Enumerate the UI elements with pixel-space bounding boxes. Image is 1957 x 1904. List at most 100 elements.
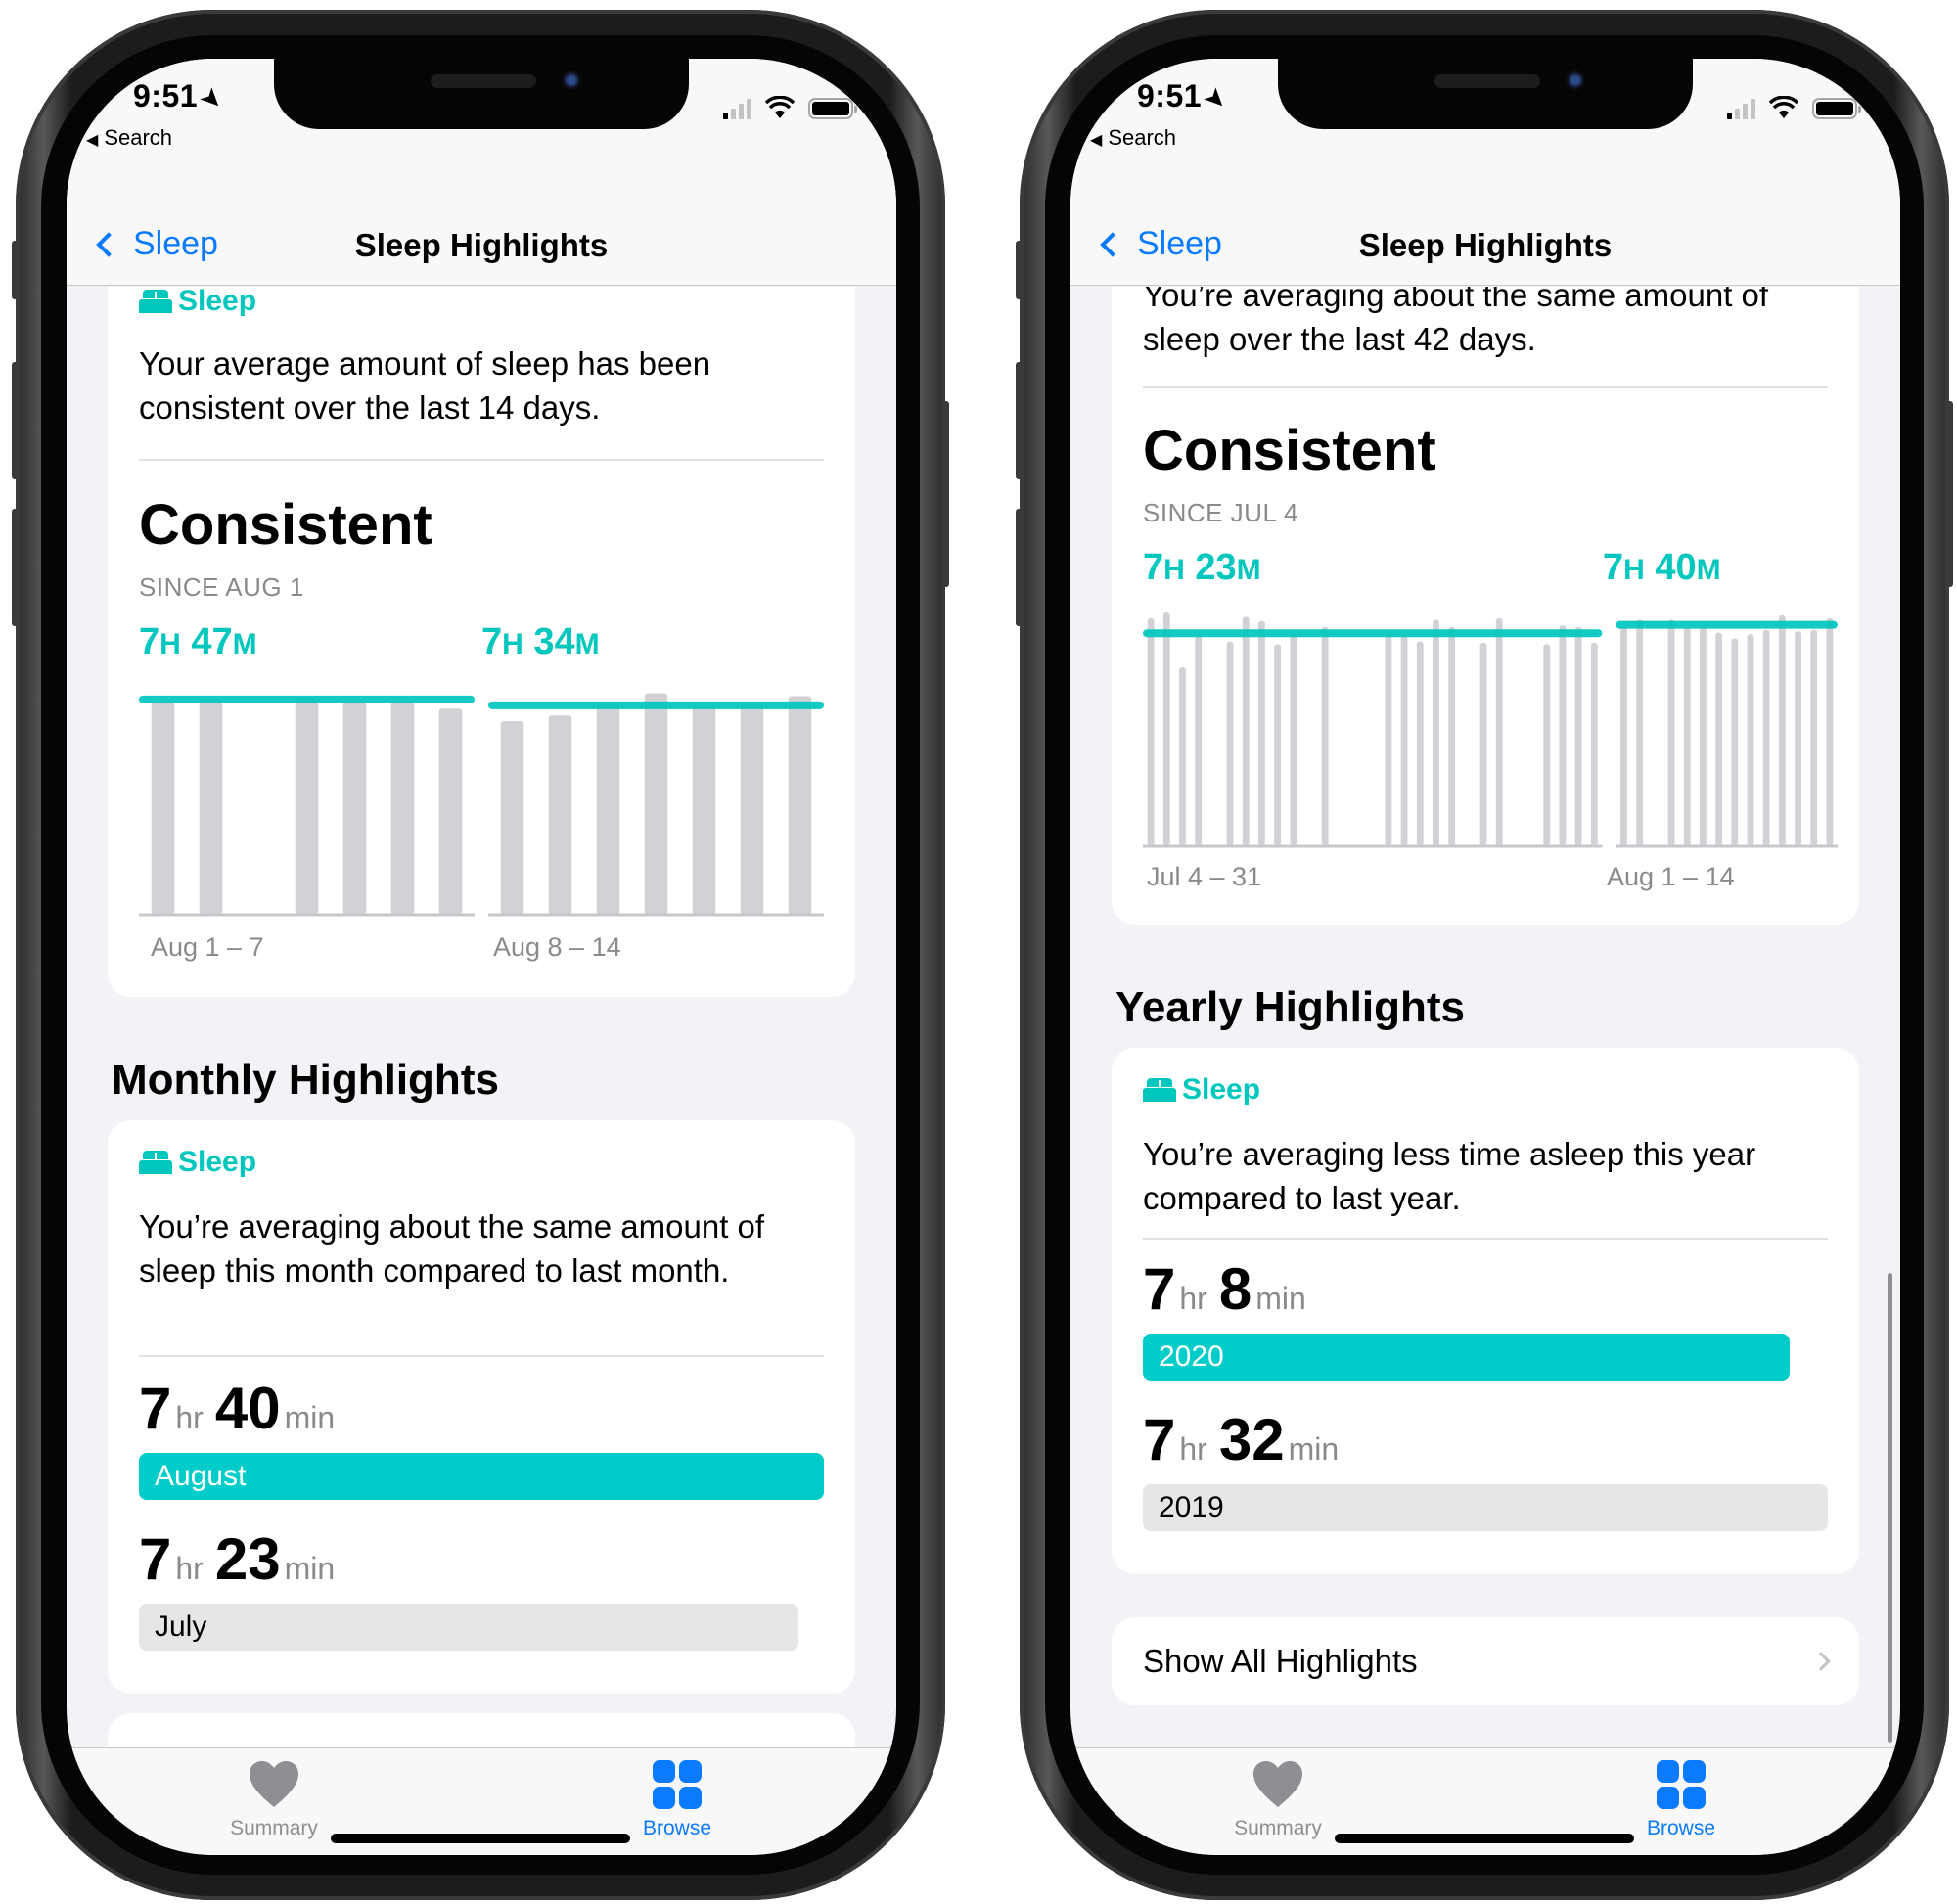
chart-bar — [1543, 644, 1551, 846]
cellular-signal-icon — [1727, 98, 1755, 119]
volume-up-button — [1016, 362, 1024, 479]
phone-left: 9:51➤ ◀ Search Sleep Sleep Highlights Sle… — [12, 10, 949, 1900]
show-all-highlights-button[interactable]: Show All Highlights — [1112, 1617, 1859, 1705]
tab-summary[interactable]: Summary — [176, 1760, 372, 1840]
comparison-card[interactable]: Sleep You’re averaging less time asleep … — [1112, 1048, 1859, 1574]
chart-bar — [1559, 625, 1567, 846]
chart-bar — [1731, 638, 1739, 846]
speaker — [1434, 74, 1540, 88]
chart-bar — [1290, 632, 1297, 846]
chart-bar — [1636, 619, 1644, 846]
chart-bar — [295, 697, 319, 915]
chart-bar — [151, 702, 175, 915]
status-icons — [723, 96, 857, 119]
trend-since: SINCE JUL 4 — [1143, 498, 1299, 527]
location-arrow-icon: ➤ — [1199, 82, 1233, 116]
status-icons — [1727, 96, 1861, 119]
notch — [1278, 59, 1693, 129]
duration-value: 7 hr 32 min — [1143, 1407, 1340, 1473]
home-indicator[interactable] — [1335, 1834, 1634, 1843]
chart-bar — [1242, 616, 1250, 846]
comparison-description: You’re averaging about the same amount o… — [139, 1208, 765, 1289]
comparison-bar-current: August — [139, 1453, 824, 1500]
scroll-content[interactable]: You’re averaging about the same amount o… — [1070, 287, 1900, 1747]
trend-since: SINCE AUG 1 — [139, 572, 304, 602]
chart-bar — [1195, 635, 1203, 846]
chart-bar — [1810, 629, 1818, 846]
chart-bar — [596, 703, 620, 915]
divider — [139, 1355, 824, 1357]
scroll-content[interactable]: Sleep Your average amount of sleep has b… — [67, 287, 896, 1747]
chart-bar — [788, 696, 812, 915]
x-axis-label: Aug 1 – 14 — [1607, 862, 1735, 891]
chart-bar — [342, 702, 367, 915]
trend-description: Your average amount of sleep has been co… — [139, 345, 711, 426]
back-triangle-icon: ◀ — [86, 132, 99, 149]
divider — [1143, 1238, 1828, 1240]
wifi-icon — [765, 96, 795, 118]
chart-bar — [644, 693, 668, 915]
chart-bar — [1795, 631, 1801, 846]
comparison-description: You’re averaging less time asleep this y… — [1143, 1136, 1756, 1216]
heart-icon — [250, 1761, 298, 1807]
trend-card[interactable]: You’re averaging about the same amount o… — [1112, 287, 1859, 925]
grid-icon — [1657, 1760, 1706, 1809]
battery-icon — [808, 98, 857, 119]
grid-icon — [653, 1760, 702, 1809]
comparison-card[interactable]: Sleep You’re averaging about the same am… — [108, 1120, 855, 1694]
volume-down-button — [12, 509, 20, 626]
chart-bar — [548, 715, 572, 915]
tab-summary[interactable]: Summary — [1180, 1760, 1376, 1840]
back-to-app-link[interactable]: ◀ Search — [86, 125, 172, 151]
chart-bar — [1179, 667, 1186, 846]
duration-value: 7 hr 40 min — [139, 1376, 336, 1441]
x-axis-label: Aug 1 – 7 — [151, 932, 264, 962]
divider — [139, 459, 824, 461]
period-average: 7H 34M — [481, 621, 600, 662]
status-time: 9:51➤ — [133, 78, 229, 116]
trend-card[interactable]: Sleep Your average amount of sleep has b… — [108, 287, 855, 997]
chart-bar — [1495, 617, 1503, 846]
notch — [274, 59, 689, 129]
comparison-bar-current: 2020 — [1143, 1334, 1790, 1381]
back-triangle-icon: ◀ — [1090, 132, 1103, 149]
category-label: Sleep — [139, 1146, 256, 1179]
scrollbar[interactable] — [1888, 1273, 1892, 1743]
bed-icon — [1143, 1078, 1176, 1102]
next-card[interactable] — [108, 1713, 855, 1747]
chart-bar — [1778, 614, 1786, 846]
chart-bar — [1385, 634, 1392, 846]
tab-browse[interactable]: Browse — [1583, 1760, 1779, 1840]
speaker — [431, 74, 536, 88]
bed-icon — [139, 1151, 172, 1174]
battery-icon — [1812, 98, 1861, 119]
chart-bar — [1448, 626, 1456, 846]
location-arrow-icon: ➤ — [195, 82, 229, 116]
back-to-app-link[interactable]: ◀ Search — [1090, 125, 1176, 151]
trend-description: You’re averaging about the same amount o… — [1143, 287, 1769, 357]
chart-bar — [1479, 642, 1487, 846]
page-title: Sleep Highlights — [1358, 227, 1613, 263]
status-bar: 9:51➤ ◀ Search — [67, 59, 896, 196]
tab-browse[interactable]: Browse — [579, 1760, 775, 1840]
wifi-icon — [1769, 96, 1798, 118]
section-title: Monthly Highlights — [112, 1056, 499, 1104]
chart-bar — [1574, 626, 1582, 846]
status-bar: 9:51➤ ◀ Search — [1070, 59, 1900, 196]
silent-switch — [12, 241, 20, 299]
page-title: Sleep Highlights — [354, 227, 609, 263]
chart-bar — [1416, 641, 1424, 846]
sleep-trend-chart — [1143, 612, 1838, 848]
chart-bar — [1162, 612, 1170, 846]
phone-right: 9:51➤ ◀ Search Sleep Sleep Highlights You… — [1016, 10, 1953, 1900]
chart-bar — [1620, 626, 1627, 846]
status-time: 9:51➤ — [1137, 78, 1233, 116]
chart-bar — [500, 720, 524, 915]
chart-bar — [1274, 644, 1281, 846]
screen: 9:51➤ ◀ Search Sleep Sleep Highlights Sle… — [67, 59, 896, 1855]
chart-bar — [1321, 626, 1329, 846]
home-indicator[interactable] — [331, 1834, 630, 1843]
heart-icon — [1253, 1761, 1302, 1807]
chart-bar — [740, 703, 764, 915]
front-camera — [562, 70, 581, 90]
